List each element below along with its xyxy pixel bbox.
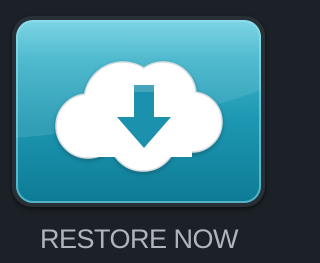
app-label: RESTORE NOW [39,224,239,254]
restore-now-app-icon[interactable] [12,16,265,207]
cloud-download-icon [55,61,223,172]
